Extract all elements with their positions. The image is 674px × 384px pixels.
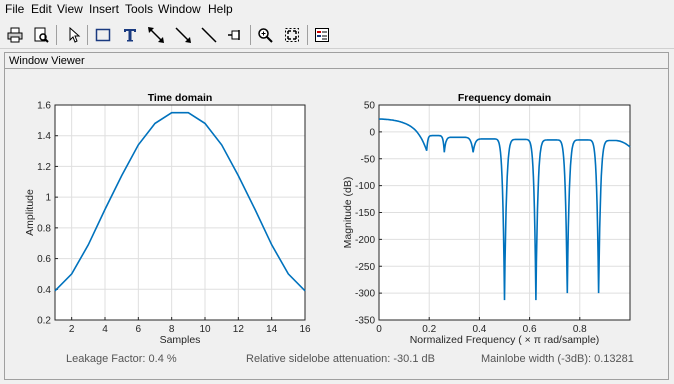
x-tick-label: 4 [102, 324, 108, 335]
x-tick-label: 14 [266, 324, 278, 335]
y-tick-label: -300 [355, 289, 375, 300]
x-tick-label: 12 [233, 324, 245, 335]
y-tick-label: -250 [355, 262, 375, 273]
y-tick-label: -100 [355, 181, 375, 192]
y-tick-label: 0.4 [37, 285, 51, 296]
x-tick-label: 0 [376, 324, 382, 335]
y-tick-label: 0.2 [37, 316, 51, 327]
y-tick-label: -350 [355, 316, 375, 327]
mainlobe-width-text: Mainlobe width (-3dB): 0.13281 [481, 353, 634, 365]
frequency-domain-chart: 0 0.2 0.4 0.6 0.8500-50-100-150-200-250-300-… [342, 92, 631, 346]
y-tick-label: -150 [355, 208, 375, 219]
x-tick-label: 6 [136, 324, 142, 335]
y-tick-label: 0.6 [37, 254, 51, 265]
plots-canvas: 2 4 6 8 10 12 14 160.20.40.60.811.21.41.6Time d… [24, 92, 631, 346]
time-domain-chart: 2 4 6 8 10 12 14 160.20.40.60.811.21.41.6Time d… [24, 92, 311, 346]
y-tick-label: -200 [355, 235, 375, 246]
x-tick-label: 16 [299, 324, 311, 335]
chart-title: Time domain [148, 92, 213, 104]
chart-title: Frequency domain [458, 92, 551, 104]
y-axis-label: Amplitude [24, 189, 36, 236]
y-tick-label: 0 [369, 127, 375, 138]
y-tick-label: 0.8 [37, 223, 51, 234]
plot-area [55, 105, 305, 320]
sidelobe-attenuation-text: Relative sidelobe attenuation: -30.1 dB [246, 353, 435, 365]
x-tick-label: 2 [69, 324, 75, 335]
x-axis-label: Normalized Frequency ( × π rad/sample) [410, 334, 600, 346]
y-tick-label: 1.6 [37, 101, 51, 112]
y-tick-label: 50 [364, 101, 376, 112]
x-axis-label: Samples [160, 334, 201, 346]
y-tick-label: 1 [45, 193, 51, 204]
x-tick-label: 10 [199, 324, 211, 335]
y-tick-label: 1.4 [37, 131, 51, 142]
leakage-factor-text: Leakage Factor: 0.4 % [66, 353, 177, 365]
y-tick-label: 1.2 [37, 162, 51, 173]
y-axis-label: Magnitude (dB) [342, 177, 354, 249]
y-tick-label: -50 [361, 154, 376, 165]
